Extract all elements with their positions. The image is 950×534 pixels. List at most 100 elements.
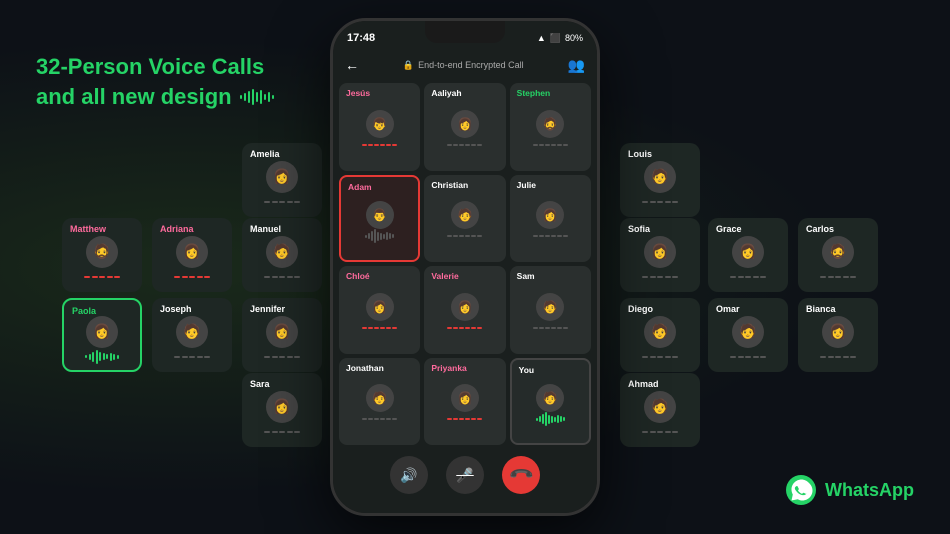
bg-tile-diego: Diego🧑 [620, 298, 700, 372]
tile-name-christian: Christian [431, 180, 468, 190]
call-grid: Jesús👦Aaliyah👩Stephen🧔Adam👨Christian🧑Jul… [339, 83, 591, 445]
call-tile-sam: Sam 🧑 [510, 266, 591, 354]
tile-avatar-valerie: 👩 [451, 293, 479, 321]
bg-tile-name-carlos: Carlos [806, 224, 834, 234]
call-tile-jesús: Jesús 👦 [339, 83, 420, 171]
tile-wave-adam [365, 231, 394, 241]
bg-tile-name-amelia: Amelia [250, 149, 280, 159]
bg-tile-name-manuel: Manuel [250, 224, 281, 234]
tile-avatar-you: 🧑 [536, 384, 564, 412]
whatsapp-logo-icon [785, 474, 817, 506]
bg-avatar-paola: 👩 [86, 316, 118, 348]
bg-avatar-omar: 🧑 [732, 316, 764, 348]
bg-tile-name-matthew: Matthew [70, 224, 106, 234]
bg-tile-paola: Paola👩 [62, 298, 142, 372]
bg-wave-adriana [174, 271, 210, 283]
bg-avatar-bianca: 👩 [822, 316, 854, 348]
end-call-icon: 📞 [507, 461, 535, 489]
bg-tile-name-sofia: Sofia [628, 224, 650, 234]
call-label: End-to-end Encrypted Call [418, 60, 524, 70]
bg-wave-bianca [820, 351, 856, 363]
tile-name-priyanka: Priyanka [431, 363, 466, 373]
bg-avatar-sara: 👩 [266, 391, 298, 423]
bg-avatar-diego: 🧑 [644, 316, 676, 348]
bg-wave-sofia [642, 271, 678, 283]
bg-tile-name-paola: Paola [72, 306, 96, 316]
call-header-center: 🔒 End-to-end Encrypted Call [403, 60, 524, 71]
bg-tile-name-jennifer: Jennifer [250, 304, 285, 314]
bg-avatar-jennifer: 👩 [266, 316, 298, 348]
bg-avatar-amelia: 👩 [266, 161, 298, 193]
phone-screen: 17:48 ▲ ⬛ 80% ← 🔒 End-to-end Encrypted C… [333, 21, 597, 513]
bg-wave-omar [730, 351, 766, 363]
bg-tile-name-joseph: Joseph [160, 304, 192, 314]
call-tile-chloé: Chloé👩 [339, 266, 420, 354]
tile-name-adam: Adam [348, 182, 372, 192]
bg-wave-paola [85, 351, 119, 363]
tile-wave-valerie [447, 323, 482, 333]
bg-tile-name-sara: Sara [250, 379, 270, 389]
status-icons: ▲ ⬛ 80% [537, 33, 583, 44]
call-tile-valerie: Valerie👩 [424, 266, 505, 354]
tile-wave-christian [447, 231, 482, 241]
tile-avatar-christian: 🧑 [451, 201, 479, 229]
bg-tile-name-adriana: Adriana [160, 224, 194, 234]
tile-avatar-chloé: 👩 [366, 293, 394, 321]
bg-tile-sofia: Sofia👩 [620, 218, 700, 292]
status-time: 17:48 [347, 32, 375, 44]
phone-frame: 17:48 ▲ ⬛ 80% ← 🔒 End-to-end Encrypted C… [330, 18, 600, 516]
tile-name-stephen: Stephen [517, 88, 551, 98]
tile-wave-jesús [362, 140, 397, 150]
tile-wave-priyanka [447, 414, 482, 424]
bg-tile-louis: Louis🧑 [620, 143, 700, 217]
bg-tile-carlos: Carlos🧔 [798, 218, 878, 292]
tile-avatar-priyanka: 👩 [451, 384, 479, 412]
bg-tile-jennifer: Jennifer 👩 [242, 298, 322, 372]
phone-notch [425, 21, 505, 43]
bg-wave-jennifer [264, 351, 300, 363]
participants-icon[interactable]: 👥 [568, 57, 585, 74]
tile-avatar-jonathan: 🧑 [366, 384, 394, 412]
tile-name-jonathan: Jonathan [346, 363, 384, 373]
tile-avatar-sam: 🧑 [536, 293, 564, 321]
bg-wave-matthew [84, 271, 120, 283]
call-tile-you: You🧑 [510, 358, 591, 446]
bg-avatar-grace: 👩 [732, 236, 764, 268]
lock-icon: 🔒 [403, 60, 414, 71]
tile-wave-stephen [533, 140, 568, 150]
tile-avatar-jesús: 👦 [366, 110, 394, 138]
tile-wave-chloé [362, 323, 397, 333]
bg-tile-ahmad: Ahmad🧑 [620, 373, 700, 447]
tile-name-sam: Sam [517, 271, 535, 281]
bg-tile-grace: Grace 👩 [708, 218, 788, 292]
signal-icon: ▲ [537, 33, 546, 43]
call-tile-priyanka: Priyanka 👩 [424, 358, 505, 446]
bg-avatar-matthew: 🧔 [86, 236, 118, 268]
bg-wave-sara [264, 426, 300, 438]
call-tile-julie: Julie👩 [510, 175, 591, 263]
wifi-icon: ⬛ [550, 33, 561, 44]
tile-name-aaliyah: Aaliyah [431, 88, 461, 98]
end-call-button[interactable]: 📞 [502, 456, 540, 494]
bg-wave-louis [642, 196, 678, 208]
bg-wave-ahmad [642, 426, 678, 438]
tile-name-jesús: Jesús [346, 88, 370, 98]
mute-button[interactable]: 🎤 [446, 456, 484, 494]
bg-tile-matthew: Matthew 🧔 [62, 218, 142, 292]
battery-icon: 80% [565, 33, 583, 43]
bg-tile-bianca: Bianca👩 [798, 298, 878, 372]
bg-tile-name-louis: Louis [628, 149, 652, 159]
bg-tile-sara: Sara 👩 [242, 373, 322, 447]
call-tile-adam: Adam👨 [339, 175, 420, 263]
back-arrow[interactable]: ← [345, 57, 359, 73]
bg-avatar-ahmad: 🧑 [644, 391, 676, 423]
bg-wave-manuel [264, 271, 300, 283]
bg-tile-name-grace: Grace [716, 224, 742, 234]
bg-avatar-manuel: 🧑 [266, 236, 298, 268]
call-tile-aaliyah: Aaliyah👩 [424, 83, 505, 171]
bg-tile-amelia: Amelia 👩 [242, 143, 322, 217]
bg-tile-joseph: Joseph🧑 [152, 298, 232, 372]
speaker-button[interactable]: 🔊 [390, 456, 428, 494]
whatsapp-brand: WhatsApp [785, 474, 914, 506]
tile-wave-sam [533, 323, 568, 333]
